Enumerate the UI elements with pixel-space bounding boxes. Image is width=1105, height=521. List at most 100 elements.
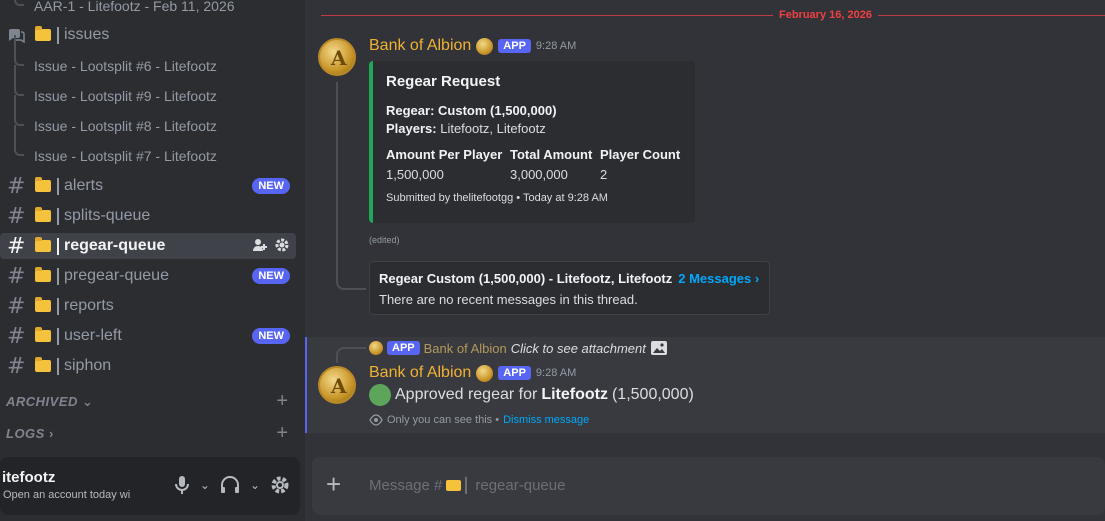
- message-amount: (1,500,000): [611, 386, 694, 403]
- separator-bar: [57, 178, 59, 195]
- hash-icon: #: [7, 174, 26, 199]
- microphone-icon[interactable]: [174, 475, 190, 495]
- author-name[interactable]: Bank of Albion: [369, 37, 471, 55]
- thread-preview[interactable]: Regear Custom (1,500,000) - Litefootz, L…: [369, 261, 770, 315]
- thread-subtitle: There are no recent messages in this thr…: [379, 292, 638, 307]
- field-value: 3,000,000: [510, 167, 568, 182]
- embed-footer: Submitted by thelitefootgg • Today at 9:…: [386, 192, 608, 204]
- coin-icon: [476, 364, 494, 382]
- avatar[interactable]: [318, 38, 356, 76]
- chevron-down-icon[interactable]: ⌄: [250, 478, 260, 492]
- placeholder-channel: regear-queue: [475, 477, 566, 494]
- thread-branch-line: [14, 65, 24, 96]
- date-divider: [321, 15, 1105, 16]
- chat-area: February 16, 2026 Bank of Albion APP 9:2…: [305, 0, 1105, 521]
- gear-icon[interactable]: [274, 237, 290, 253]
- channel-name: issues: [64, 26, 110, 43]
- avatar[interactable]: [318, 366, 356, 404]
- separator-bar: [57, 328, 59, 345]
- thread-message-count[interactable]: 2 Messages ›: [678, 271, 759, 286]
- hash-icon: #: [7, 234, 26, 259]
- channel-item-issues[interactable]: issues: [0, 22, 296, 48]
- embed-players-label: Players:: [386, 121, 437, 136]
- category-label: LOGS: [6, 426, 45, 441]
- folder-icon: [35, 297, 51, 312]
- thread-label: AAR-1 - Litefootz - Feb 11, 2026: [34, 0, 235, 14]
- channel-name: pregear-queue: [64, 267, 169, 284]
- app-badge: APP: [498, 39, 531, 53]
- channel-sidebar: AAR-1 - Litefootz - Feb 11, 2026 issues …: [0, 0, 305, 521]
- placeholder-prefix: Message #: [369, 477, 443, 494]
- category-archived[interactable]: ARCHIVED ⌄ +: [0, 390, 296, 413]
- separator-bar: [465, 477, 468, 494]
- reply-preview[interactable]: APP Bank of Albion Click to see attachme…: [369, 340, 668, 356]
- reply-connector: [336, 347, 366, 363]
- channel-name: siphon: [64, 357, 112, 374]
- add-member-icon[interactable]: [252, 237, 268, 253]
- folder-icon: [35, 267, 51, 282]
- thread-label: Issue - Lootsplit #6 - Litefootz: [34, 58, 217, 74]
- separator-bar: [57, 268, 59, 285]
- channel-item-splits-queue[interactable]: # splits-queue: [0, 203, 296, 229]
- channel-item-regear-queue[interactable]: # regear-queue: [0, 233, 296, 259]
- folder-icon: [35, 237, 51, 252]
- user-controls: ⌄ ⌄: [174, 475, 290, 495]
- channel-item-user-left[interactable]: # user-left NEW: [0, 323, 296, 349]
- add-attachment-icon[interactable]: +: [326, 469, 341, 500]
- add-channel-icon[interactable]: +: [276, 422, 288, 445]
- ephemeral-text: Only you can see this •: [387, 414, 500, 426]
- channel-name: splits-queue: [64, 207, 151, 224]
- category-logs[interactable]: LOGS › +: [0, 422, 296, 445]
- channel-name: reports: [64, 297, 114, 314]
- username[interactable]: itefootz: [2, 469, 55, 486]
- green-circle-icon: [369, 384, 391, 406]
- thread-item[interactable]: Issue - Lootsplit #8 - Litefootz: [0, 95, 300, 141]
- separator-bar: [57, 358, 59, 375]
- thread-item[interactable]: Issue - Lootsplit #9 - Litefootz: [0, 65, 300, 111]
- chevron-down-icon[interactable]: ⌄: [200, 478, 210, 492]
- folder-icon: [446, 480, 462, 491]
- author-name[interactable]: Bank of Albion: [369, 364, 471, 382]
- thread-branch-line: [14, 0, 24, 6]
- add-channel-icon[interactable]: +: [276, 390, 288, 413]
- reply-author: Bank of Albion: [423, 340, 507, 356]
- embed-title: Regear Request: [386, 73, 501, 90]
- channel-item-reports[interactable]: # reports: [0, 293, 296, 319]
- hash-icon: #: [7, 324, 26, 349]
- gear-icon[interactable]: [270, 475, 290, 495]
- channel-name: user-left: [64, 327, 122, 344]
- message-text: Approved regear for: [395, 386, 538, 403]
- user-status: Open an account today wi: [3, 489, 131, 501]
- folder-icon: [35, 177, 51, 192]
- channel-item-pregear-queue[interactable]: # pregear-queue NEW: [0, 263, 296, 289]
- headphones-icon[interactable]: [220, 476, 240, 494]
- thread-title: Regear Custom (1,500,000) - Litefootz, L…: [379, 271, 673, 286]
- new-badge: NEW: [252, 328, 290, 344]
- channel-item-alerts[interactable]: # alerts NEW: [0, 173, 296, 199]
- chevron-right-icon: ›: [48, 426, 54, 441]
- separator-bar: [57, 298, 59, 315]
- message-composer[interactable]: + Message # regear-queue: [312, 457, 1105, 515]
- channel-item-siphon[interactable]: # siphon: [0, 353, 296, 379]
- chevron-down-icon: ⌄: [82, 394, 94, 409]
- dismiss-message-link[interactable]: Dismiss message: [503, 414, 589, 426]
- thread-branch-line: [14, 95, 24, 126]
- folder-icon: [35, 26, 51, 41]
- thread-item[interactable]: AAR-1 - Litefootz - Feb 11, 2026: [0, 0, 300, 21]
- thread-item[interactable]: Issue - Lootsplit #7 - Litefootz: [0, 125, 300, 171]
- embed-card: Regear Request Regear: Custom (1,500,000…: [369, 61, 695, 223]
- thread-item[interactable]: Issue - Lootsplit #6 - Litefootz: [0, 35, 300, 81]
- separator-bar: [57, 27, 59, 44]
- field-name: Player Count: [600, 147, 681, 162]
- new-badge: NEW: [252, 268, 290, 284]
- hash-icon: #: [7, 354, 26, 379]
- thread-connector: [336, 82, 366, 290]
- message-content: Approved regear for Litefootz (1,500,000…: [369, 384, 694, 406]
- coin-icon: [369, 341, 383, 355]
- eye-icon: [369, 414, 383, 426]
- separator-bar: [57, 238, 59, 255]
- field-value: 2: [600, 167, 608, 182]
- new-badge: NEW: [252, 178, 290, 194]
- message-input[interactable]: Message # regear-queue: [369, 477, 565, 494]
- field-value: 1,500,000: [386, 167, 444, 182]
